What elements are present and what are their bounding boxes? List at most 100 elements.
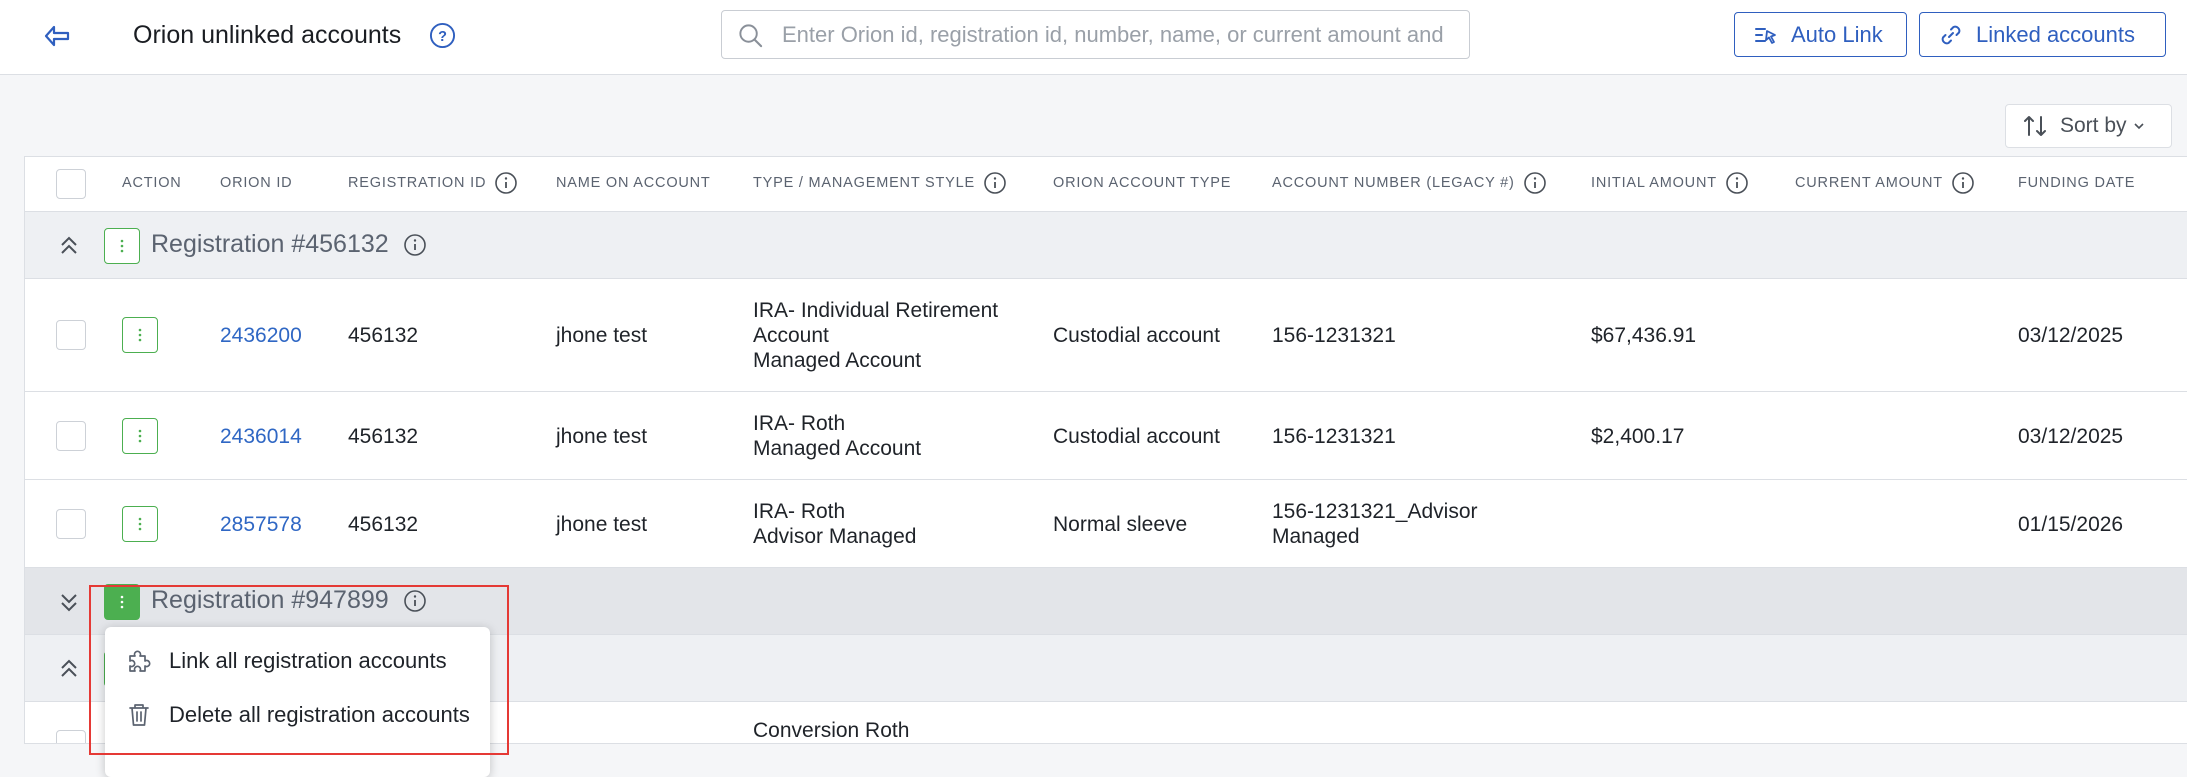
search-icon	[739, 24, 763, 48]
menu-item-label: Delete all registration accounts	[169, 702, 470, 727]
table-header: ACTION ORION ID REGISTRATION ID NAME ON …	[25, 157, 2187, 212]
group-title-text: Registration #456132	[151, 230, 389, 258]
page-title: Orion unlinked accounts	[133, 21, 402, 49]
registration-id-cell: 456132	[348, 324, 419, 347]
row-actions-button[interactable]	[122, 418, 158, 454]
account-number-line: Managed	[1272, 525, 1360, 548]
row-actions-button[interactable]	[122, 506, 158, 542]
row-actions-button[interactable]	[122, 317, 158, 353]
collapse-chevron-up-icon[interactable]	[55, 232, 83, 260]
column-label: TYPE / MANAGEMENT STYLE	[753, 175, 975, 191]
orion-id-link[interactable]: 2436014	[220, 424, 302, 449]
column-header-registration-id[interactable]: REGISTRATION ID	[348, 171, 518, 195]
info-icon[interactable]	[403, 233, 427, 257]
delete-all-registration-accounts-item[interactable]: Delete all registration accounts	[105, 689, 490, 741]
account-number-cell: 156-1231321	[1272, 425, 1396, 448]
info-icon[interactable]	[983, 171, 1007, 195]
row-checkbox[interactable]	[56, 509, 86, 539]
column-label: CURRENT AMOUNT	[1795, 175, 1943, 191]
row-checkbox[interactable]	[56, 730, 86, 743]
auto-link-button[interactable]: Auto Link	[1734, 12, 1907, 57]
type-line: Managed Account	[753, 437, 922, 460]
puzzle-icon	[129, 650, 151, 672]
type-cell: IRA- Roth Advisor Managed	[753, 499, 916, 549]
column-label: ORION ID	[220, 175, 293, 191]
column-header-account-number[interactable]: ACCOUNT NUMBER (LEGACY #)	[1272, 171, 1547, 195]
column-label: INITIAL AMOUNT	[1591, 175, 1717, 191]
auto-link-label: Auto Link	[1791, 21, 1883, 47]
kebab-icon	[138, 429, 142, 443]
row-checkbox[interactable]	[56, 421, 86, 451]
registration-group-title: Registration #456132	[151, 230, 427, 259]
linked-accounts-label: Linked accounts	[1976, 21, 2135, 47]
type-line: Advisor Managed	[753, 525, 917, 548]
table-row: 2857578 456132 jhone test IRA- Roth Advi…	[25, 480, 2187, 568]
table-row: 2436200 456132 jhone test IRA- Individua…	[25, 279, 2187, 392]
svg-text:?: ?	[438, 29, 447, 45]
column-header-initial-amount[interactable]: INITIAL AMOUNT	[1591, 171, 1749, 195]
kebab-icon	[138, 517, 142, 531]
group-title-text: Registration #947899	[151, 586, 389, 614]
type-line: IRA- Roth	[753, 412, 846, 435]
collapse-chevron-up-icon[interactable]	[55, 655, 83, 683]
orion-id-link[interactable]: 2436200	[220, 323, 302, 348]
back-button[interactable]	[40, 18, 76, 54]
select-all-checkbox[interactable]	[56, 169, 86, 199]
column-header-funding-date[interactable]: FUNDING DATE	[2018, 175, 2135, 191]
help-icon[interactable]: ?	[429, 22, 456, 49]
orion-id-link[interactable]: 2857578	[220, 512, 302, 537]
type-cell: IRA- Individual Retirement Account Manag…	[753, 298, 998, 373]
registration-group-row: Registration #456132	[25, 212, 2187, 279]
column-header-name-on-account[interactable]: NAME ON ACCOUNT	[556, 175, 711, 191]
orion-account-type-cell: Custodial account	[1053, 425, 1220, 448]
kebab-icon	[120, 239, 124, 253]
info-icon[interactable]	[403, 589, 427, 613]
top-bar: Orion unlinked accounts ? Auto Link Link…	[0, 0, 2187, 75]
group-actions-button[interactable]	[104, 228, 140, 264]
name-cell: jhone test	[556, 324, 648, 347]
column-header-action: ACTION	[122, 175, 182, 191]
sort-icon	[2024, 116, 2046, 136]
account-number-line: 156-1231321_Advisor	[1272, 500, 1478, 523]
sort-by-button[interactable]: Sort by	[2005, 104, 2172, 148]
name-cell: jhone test	[556, 513, 648, 536]
funding-date-cell: 03/12/2025	[2018, 324, 2124, 347]
orion-account-type-cell: Custodial account	[1053, 324, 1220, 347]
info-icon[interactable]	[1523, 171, 1547, 195]
info-icon[interactable]	[494, 171, 518, 195]
type-line: IRA- Roth	[753, 500, 846, 523]
group-actions-button[interactable]	[104, 584, 140, 620]
search-input[interactable]	[782, 19, 1458, 51]
registration-id-cell: 456132	[348, 425, 419, 448]
initial-amount-cell: $2,400.17	[1591, 425, 1685, 448]
info-icon[interactable]	[1725, 171, 1749, 195]
column-label: ORION ACCOUNT TYPE	[1053, 175, 1232, 191]
type-cell: IRA- Roth Managed Account	[753, 411, 921, 461]
info-icon[interactable]	[1951, 171, 1975, 195]
link-icon	[1941, 25, 1961, 44]
trash-icon	[129, 704, 149, 726]
type-line: IRA- Individual Retirement	[753, 299, 999, 322]
funding-date-cell: 03/12/2025	[2018, 425, 2124, 448]
column-header-current-amount[interactable]: CURRENT AMOUNT	[1795, 171, 1975, 195]
column-header-orion-id[interactable]: ORION ID	[220, 175, 292, 191]
type-line: Account	[753, 324, 829, 347]
account-number-cell: 156-1231321	[1272, 324, 1396, 347]
type-line: Managed Account	[753, 349, 922, 372]
account-number-cell: 156-1231321_Advisor Managed	[1272, 499, 1478, 549]
linked-accounts-button[interactable]: Linked accounts	[1919, 12, 2166, 57]
column-label: NAME ON ACCOUNT	[556, 175, 711, 191]
menu-item-label: Link all registration accounts	[169, 648, 447, 673]
funding-date-cell: 01/15/2026	[2018, 513, 2124, 536]
table-row: 2436014 456132 jhone test IRA- Roth Mana…	[25, 392, 2187, 480]
registration-id-cell: 456132	[348, 513, 419, 536]
column-header-type-management-style[interactable]: TYPE / MANAGEMENT STYLE	[753, 171, 1007, 195]
row-checkbox[interactable]	[56, 320, 86, 350]
expand-chevron-down-icon[interactable]	[55, 588, 83, 616]
registration-group-title: Registration #947899	[151, 586, 427, 615]
type-cell: Conversion Roth	[753, 719, 910, 742]
orion-account-type-cell: Normal sleeve	[1053, 513, 1188, 536]
kebab-icon	[120, 595, 124, 609]
link-all-registration-accounts-item[interactable]: Link all registration accounts	[105, 635, 490, 687]
column-header-orion-account-type[interactable]: ORION ACCOUNT TYPE	[1053, 175, 1231, 191]
